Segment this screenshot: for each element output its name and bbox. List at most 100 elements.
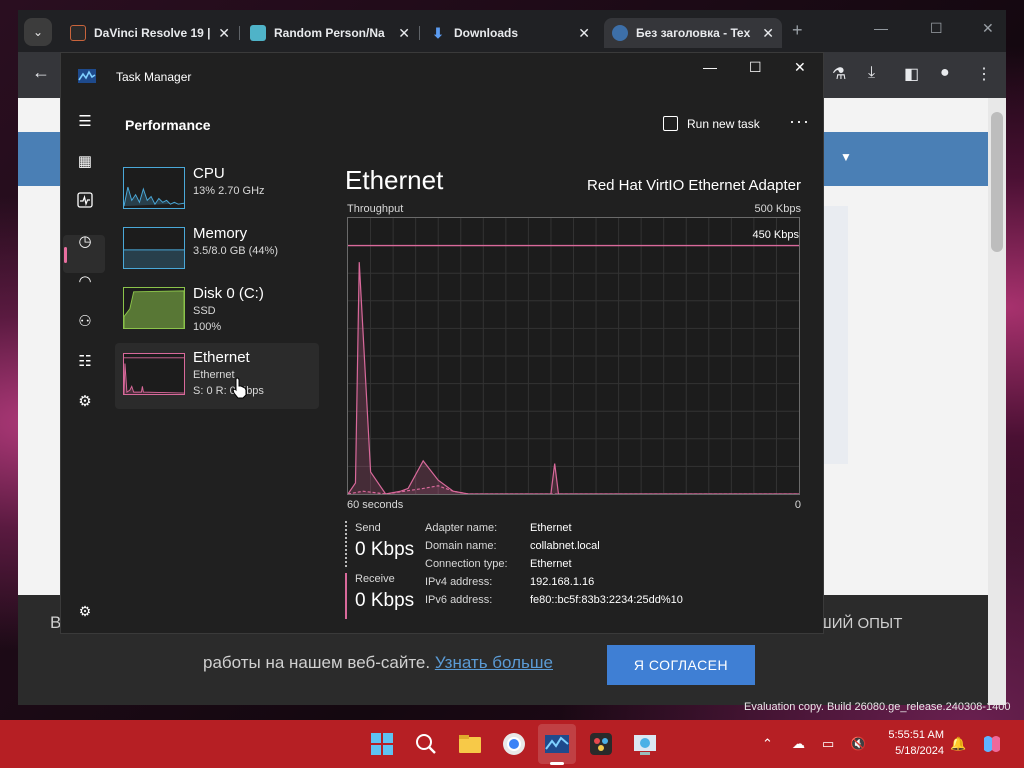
chrome-icon[interactable] — [500, 730, 528, 758]
details-icon[interactable]: ☷ — [75, 352, 95, 372]
window-title: Task Manager — [116, 70, 192, 84]
windows-start-icon[interactable] — [368, 730, 396, 758]
task-manager-window: Task Manager — ☐ ✕ ☰ ▦ ◷ ◠ ⚇ ☷ ⚙ ⚙ Perfo… — [60, 52, 824, 634]
evaluation-watermark: Evaluation copy. Build 26080.ge_release.… — [744, 701, 1011, 713]
property-value: 192.168.1.16 — [530, 576, 595, 588]
resource-name: Memory — [193, 225, 248, 242]
copilot-icon[interactable] — [980, 732, 1004, 756]
tm-minimize-icon[interactable]: — — [703, 59, 717, 75]
startup-apps-icon[interactable]: ◠ — [75, 272, 95, 292]
users-icon[interactable]: ⚇ — [75, 312, 95, 332]
notifications-icon[interactable]: 🔔 — [950, 736, 966, 752]
disk-mini-graph — [123, 287, 185, 329]
tm-maximize-icon[interactable]: ☐ — [749, 59, 762, 76]
property-value: collabnet.local — [530, 540, 600, 552]
taskbar: ⌃ ☁ ▭ 🔇 5:55:51 AM 5/18/2024 🔔 — [0, 720, 1024, 768]
download-icon[interactable]: ⤓ — [868, 64, 875, 82]
resource-memory[interactable]: Memory 3.5/8.0 GB (44%) — [115, 217, 319, 283]
tab-untitled-text[interactable]: Без заголовка - Tex ✕ — [604, 18, 782, 48]
receive-indicator — [345, 573, 347, 619]
scrollbar-thumb[interactable] — [991, 112, 1003, 252]
resource-detail: SSD — [193, 305, 216, 317]
tm-close-icon[interactable]: ✕ — [794, 59, 806, 76]
reference-line-label: 450 Kbps — [752, 229, 799, 241]
property-value: fe80::bc5f:83b3:2234:25dd%10 — [530, 594, 683, 606]
network-disconnected-icon[interactable]: ☁ — [792, 736, 805, 752]
resource-disk[interactable]: Disk 0 (C:) SSD 100% — [115, 277, 319, 343]
person-favicon-icon — [250, 25, 266, 41]
clock-date: 5/18/2024 — [895, 745, 944, 757]
tab-davinci[interactable]: DaVinci Resolve 19 | ✕ — [62, 18, 238, 48]
task-manager-taskbar-icon[interactable] — [543, 730, 571, 758]
tab-close-icon[interactable]: ✕ — [218, 18, 230, 48]
tab-strip: ⌄ DaVinci Resolve 19 | ✕ Random Person/N… — [18, 10, 1006, 52]
adapter-name: Red Hat VirtIO Ethernet Adapter — [586, 177, 801, 194]
cookie-message: работы на нашем веб-сайте. Узнать больше — [203, 653, 553, 673]
property-key: Adapter name: — [425, 522, 498, 534]
side-panel-icon[interactable]: ◧ — [904, 64, 919, 84]
hamburger-icon[interactable]: ☰ — [75, 112, 95, 132]
performance-icon[interactable] — [75, 192, 95, 212]
volume-muted-icon[interactable]: 🔇 — [850, 736, 866, 752]
tab-search-button[interactable]: ⌄ — [24, 18, 52, 46]
resource-detail-2: S: 0 R: 0 Kbps — [193, 385, 264, 397]
page-title: Performance — [125, 117, 211, 133]
labs-icon[interactable]: ⚗ — [832, 64, 846, 84]
tab-close-icon[interactable]: ✕ — [578, 18, 590, 48]
resource-detail: 3.5/8.0 GB (44%) — [193, 245, 278, 257]
tab-label: Без заголовка - Tex — [636, 26, 751, 40]
send-indicator — [345, 521, 347, 567]
tab-close-icon[interactable]: ✕ — [762, 18, 774, 48]
file-explorer-icon[interactable] — [456, 730, 484, 758]
dropdown-chevron-icon[interactable]: ▼ — [840, 150, 852, 164]
x-axis-right-label: 0 — [794, 499, 801, 511]
show-hidden-icons-icon[interactable]: ⌃ — [762, 736, 773, 752]
download-favicon-icon: ⬇ — [432, 25, 444, 41]
tab-label: Random Person/Na — [274, 26, 385, 40]
browser-close-icon[interactable]: ✕ — [982, 20, 994, 37]
profile-icon[interactable]: ● — [940, 64, 950, 82]
nav-active-indicator — [64, 247, 67, 263]
more-options-icon[interactable]: ··· — [789, 111, 810, 132]
accept-cookies-button[interactable]: Я СОГЛАСЕН — [607, 645, 755, 685]
back-icon[interactable]: ← — [32, 62, 50, 83]
resource-name: Disk 0 (C:) — [193, 285, 264, 302]
x-axis-left-label: 60 seconds — [347, 499, 404, 511]
property-value: Ethernet — [530, 558, 572, 570]
system-clock[interactable]: 5:55:51 AM 5/18/2024 — [876, 727, 944, 759]
send-label: Send — [355, 522, 381, 534]
tab-downloads[interactable]: ⬇ Downloads ✕ — [422, 18, 598, 48]
app-history-icon[interactable]: ◷ — [75, 232, 95, 252]
resource-ethernet[interactable]: Ethernet Ethernet S: 0 R: 0 Kbps — [115, 343, 319, 409]
max-scale-label: 500 Kbps — [754, 203, 801, 215]
davinci-favicon-icon — [70, 25, 86, 41]
new-tab-button[interactable]: + — [792, 20, 803, 41]
browser-minimize-icon[interactable]: — — [874, 20, 888, 36]
globe-favicon-icon — [612, 25, 628, 41]
search-icon[interactable] — [412, 730, 440, 758]
property-value: Ethernet — [530, 522, 572, 534]
resource-cpu[interactable]: CPU 13% 2.70 GHz — [115, 157, 319, 223]
tab-close-icon[interactable]: ✕ — [398, 18, 410, 48]
services-icon[interactable]: ⚙ — [75, 392, 95, 412]
run-new-task-button[interactable]: Run new task — [687, 117, 760, 131]
settings-icon[interactable]: ⚙ — [75, 601, 95, 621]
tm-titlebar: Task Manager — ☐ ✕ — [61, 53, 823, 99]
app-installer-icon[interactable] — [631, 730, 659, 758]
detail-title: Ethernet — [345, 165, 444, 195]
resource-name: CPU — [193, 165, 225, 182]
tab-random-person[interactable]: Random Person/Na ✕ — [242, 18, 418, 48]
page-scrollbar[interactable] — [988, 98, 1006, 705]
memory-mini-graph — [123, 227, 185, 269]
display-icon[interactable]: ▭ — [822, 736, 834, 752]
learn-more-link[interactable]: Узнать больше — [435, 653, 553, 672]
processes-icon[interactable]: ▦ — [75, 152, 95, 172]
tab-label: Downloads — [454, 26, 519, 40]
cookie-message-text: работы на нашем веб-сайте. — [203, 653, 431, 672]
throughput-label: Throughput — [347, 203, 404, 215]
browser-maximize-icon[interactable]: ☐ — [930, 20, 943, 37]
clock-time: 5:55:51 AM — [888, 729, 944, 741]
menu-icon[interactable]: ⋮ — [976, 64, 992, 84]
task-manager-logo-icon — [78, 69, 96, 83]
davinci-resolve-icon[interactable] — [587, 730, 615, 758]
